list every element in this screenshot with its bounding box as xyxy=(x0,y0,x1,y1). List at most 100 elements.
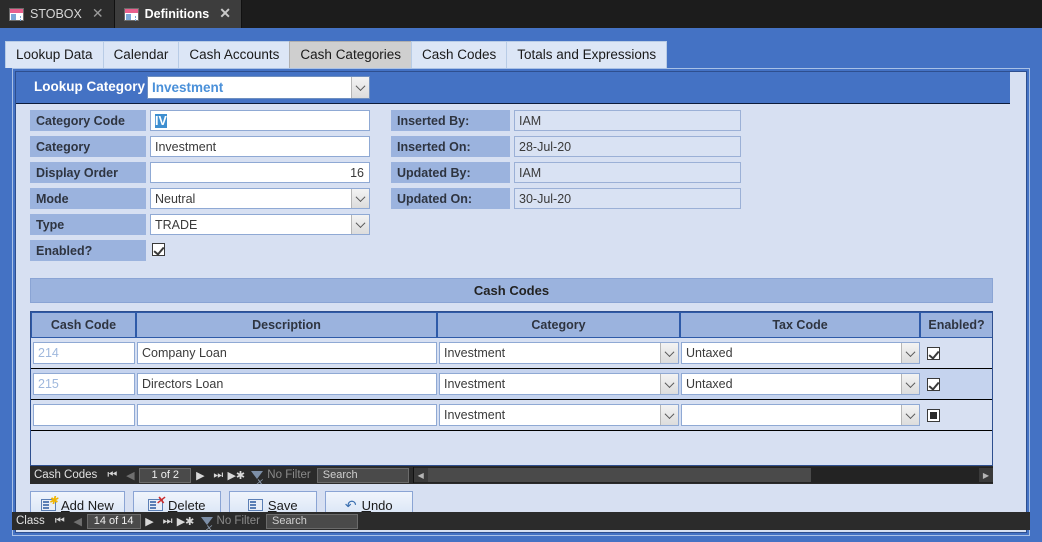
type-combo[interactable]: TRADE xyxy=(150,214,370,235)
chevron-down-icon[interactable] xyxy=(901,405,919,425)
cell-category-combo[interactable]: Investment xyxy=(439,373,679,395)
subform-record-position[interactable]: 1 of 2 xyxy=(139,467,192,483)
cell-tax-code-combo[interactable] xyxy=(681,404,920,426)
close-icon[interactable]: ✕ xyxy=(88,6,106,22)
cell-description[interactable]: Directors Loan xyxy=(137,373,437,395)
scroll-left-icon[interactable]: ◀ xyxy=(413,468,428,482)
undo-label: ndo xyxy=(370,497,393,513)
cell-category-combo[interactable]: Investment xyxy=(439,342,679,364)
last-record-button[interactable]: ⏭ xyxy=(159,515,177,528)
enabled-checkbox[interactable] xyxy=(927,377,940,391)
cell-description[interactable] xyxy=(137,404,437,426)
filter-icon xyxy=(251,471,264,488)
field-label: Category xyxy=(30,136,146,157)
category-input[interactable]: Investment xyxy=(150,136,370,157)
record-nav-label: Class xyxy=(16,515,45,527)
nav-tab-bar: Lookup Data Calendar Cash Accounts Cash … xyxy=(0,28,1042,68)
table-row[interactable]: 214 Company Loan Investment Untaxed xyxy=(31,338,992,369)
document-tab-definitions[interactable]: Definitions ✕ xyxy=(114,0,242,28)
form-body: Lookup Category Investment Category Code… xyxy=(15,71,1027,533)
table-row-new[interactable]: Investment xyxy=(31,400,992,431)
document-tab-label: STOBOX xyxy=(30,7,82,21)
grid-header-row: Cash Code Description Category Tax Code … xyxy=(31,312,992,338)
tab-totals-and-expressions[interactable]: Totals and Expressions xyxy=(506,41,668,68)
next-record-button[interactable]: ▶ xyxy=(141,515,159,528)
subform-record-navigator: Cash Codes ⏮ ◀ 1 of 2 ▶ ⏭ ▶✱ No Filter S… xyxy=(30,466,993,488)
add-new-accel: A xyxy=(61,497,70,513)
field-category: Category Investment xyxy=(30,136,370,157)
last-record-button[interactable]: ⏭ xyxy=(209,469,227,482)
field-type: Type TRADE xyxy=(30,214,370,235)
tab-cash-categories[interactable]: Cash Categories xyxy=(289,41,412,68)
field-label: Inserted By: xyxy=(391,110,510,131)
scrollbar-thumb[interactable] xyxy=(427,468,811,482)
chevron-down-icon[interactable] xyxy=(660,405,678,425)
cell-tax-code-combo[interactable]: Untaxed xyxy=(681,373,920,395)
cell-tax-code-combo[interactable]: Untaxed xyxy=(681,342,920,364)
document-tab-strip: STOBOX ✕ Definitions ✕ xyxy=(0,0,1042,28)
chevron-down-icon[interactable] xyxy=(351,215,369,234)
enabled-checkbox[interactable] xyxy=(152,243,165,256)
subform-search-input[interactable]: Search xyxy=(316,467,409,483)
cell-category-combo[interactable]: Investment xyxy=(439,404,679,426)
cash-codes-grid: Cash Code Description Category Tax Code … xyxy=(30,311,993,466)
column-header-category[interactable]: Category xyxy=(438,313,680,337)
record-position[interactable]: 14 of 14 xyxy=(86,513,141,529)
add-new-label: dd New xyxy=(69,497,114,513)
previous-record-button[interactable]: ◀ xyxy=(69,515,87,528)
first-record-button[interactable]: ⏮ xyxy=(51,515,69,528)
horizontal-scrollbar[interactable]: ◀ ▶ xyxy=(412,467,993,483)
new-record-button[interactable]: ▶✱ xyxy=(177,515,195,528)
field-label: Display Order xyxy=(30,162,146,183)
chevron-down-icon[interactable] xyxy=(901,374,919,394)
lookup-category-header: Lookup Category Investment xyxy=(16,72,1010,104)
next-record-button[interactable]: ▶ xyxy=(191,469,209,482)
display-order-input[interactable]: 16 xyxy=(150,162,370,183)
delete-label: elete xyxy=(177,497,206,513)
filter-status-label: No Filter xyxy=(267,469,311,481)
save-label: ave xyxy=(276,497,298,513)
cell-cash-code[interactable] xyxy=(33,404,135,426)
previous-record-button[interactable]: ◀ xyxy=(121,469,139,482)
mode-combo[interactable]: Neutral xyxy=(150,188,370,209)
document-tab-stobox[interactable]: STOBOX ✕ xyxy=(0,0,115,28)
tab-lookup-data[interactable]: Lookup Data xyxy=(5,41,104,68)
new-record-button[interactable]: ▶✱ xyxy=(227,469,245,482)
cell-description[interactable]: Company Loan xyxy=(137,342,437,364)
scroll-right-icon[interactable]: ▶ xyxy=(979,468,993,482)
chevron-down-icon[interactable] xyxy=(351,77,369,98)
table-row[interactable]: 215 Directors Loan Investment Untaxed xyxy=(31,369,992,400)
tab-cash-accounts[interactable]: Cash Accounts xyxy=(178,41,291,68)
cell-cash-code[interactable]: 214 xyxy=(33,342,135,364)
save-accel: S xyxy=(267,497,277,513)
filter-status[interactable]: No Filter xyxy=(251,469,311,488)
cell-cash-code[interactable]: 215 xyxy=(33,373,135,395)
updated-on-value: 30-Jul-20 xyxy=(514,188,741,209)
column-header-enabled[interactable]: Enabled? xyxy=(921,313,992,337)
enabled-checkbox[interactable] xyxy=(927,346,940,360)
category-code-value: IV xyxy=(155,113,167,128)
category-code-input[interactable]: IV xyxy=(150,110,370,131)
add-new-icon: ✱ xyxy=(41,496,58,511)
cell-tax-code-value: Untaxed xyxy=(686,377,733,391)
first-record-button[interactable]: ⏮ xyxy=(103,469,121,482)
enabled-checkbox[interactable] xyxy=(927,408,940,422)
filter-status[interactable]: No Filter xyxy=(200,515,260,534)
column-header-description[interactable]: Description xyxy=(137,313,437,337)
cell-category-value: Investment xyxy=(444,377,506,391)
tab-cash-codes[interactable]: Cash Codes xyxy=(410,41,508,68)
lookup-category-value: Investment xyxy=(152,80,224,95)
main-search-input[interactable]: Search xyxy=(265,513,358,529)
column-header-cash-code[interactable]: Cash Code xyxy=(32,313,136,337)
chevron-down-icon[interactable] xyxy=(901,343,919,363)
tab-calendar[interactable]: Calendar xyxy=(102,41,180,68)
field-mode: Mode Neutral xyxy=(30,188,370,209)
chevron-down-icon[interactable] xyxy=(660,343,678,363)
close-icon[interactable]: ✕ xyxy=(215,6,233,22)
mode-value: Neutral xyxy=(155,191,196,206)
chevron-down-icon[interactable] xyxy=(660,374,678,394)
field-label: Mode xyxy=(30,188,146,209)
chevron-down-icon[interactable] xyxy=(351,189,369,208)
lookup-category-combo[interactable]: Investment xyxy=(147,76,370,99)
column-header-tax-code[interactable]: Tax Code xyxy=(681,313,920,337)
